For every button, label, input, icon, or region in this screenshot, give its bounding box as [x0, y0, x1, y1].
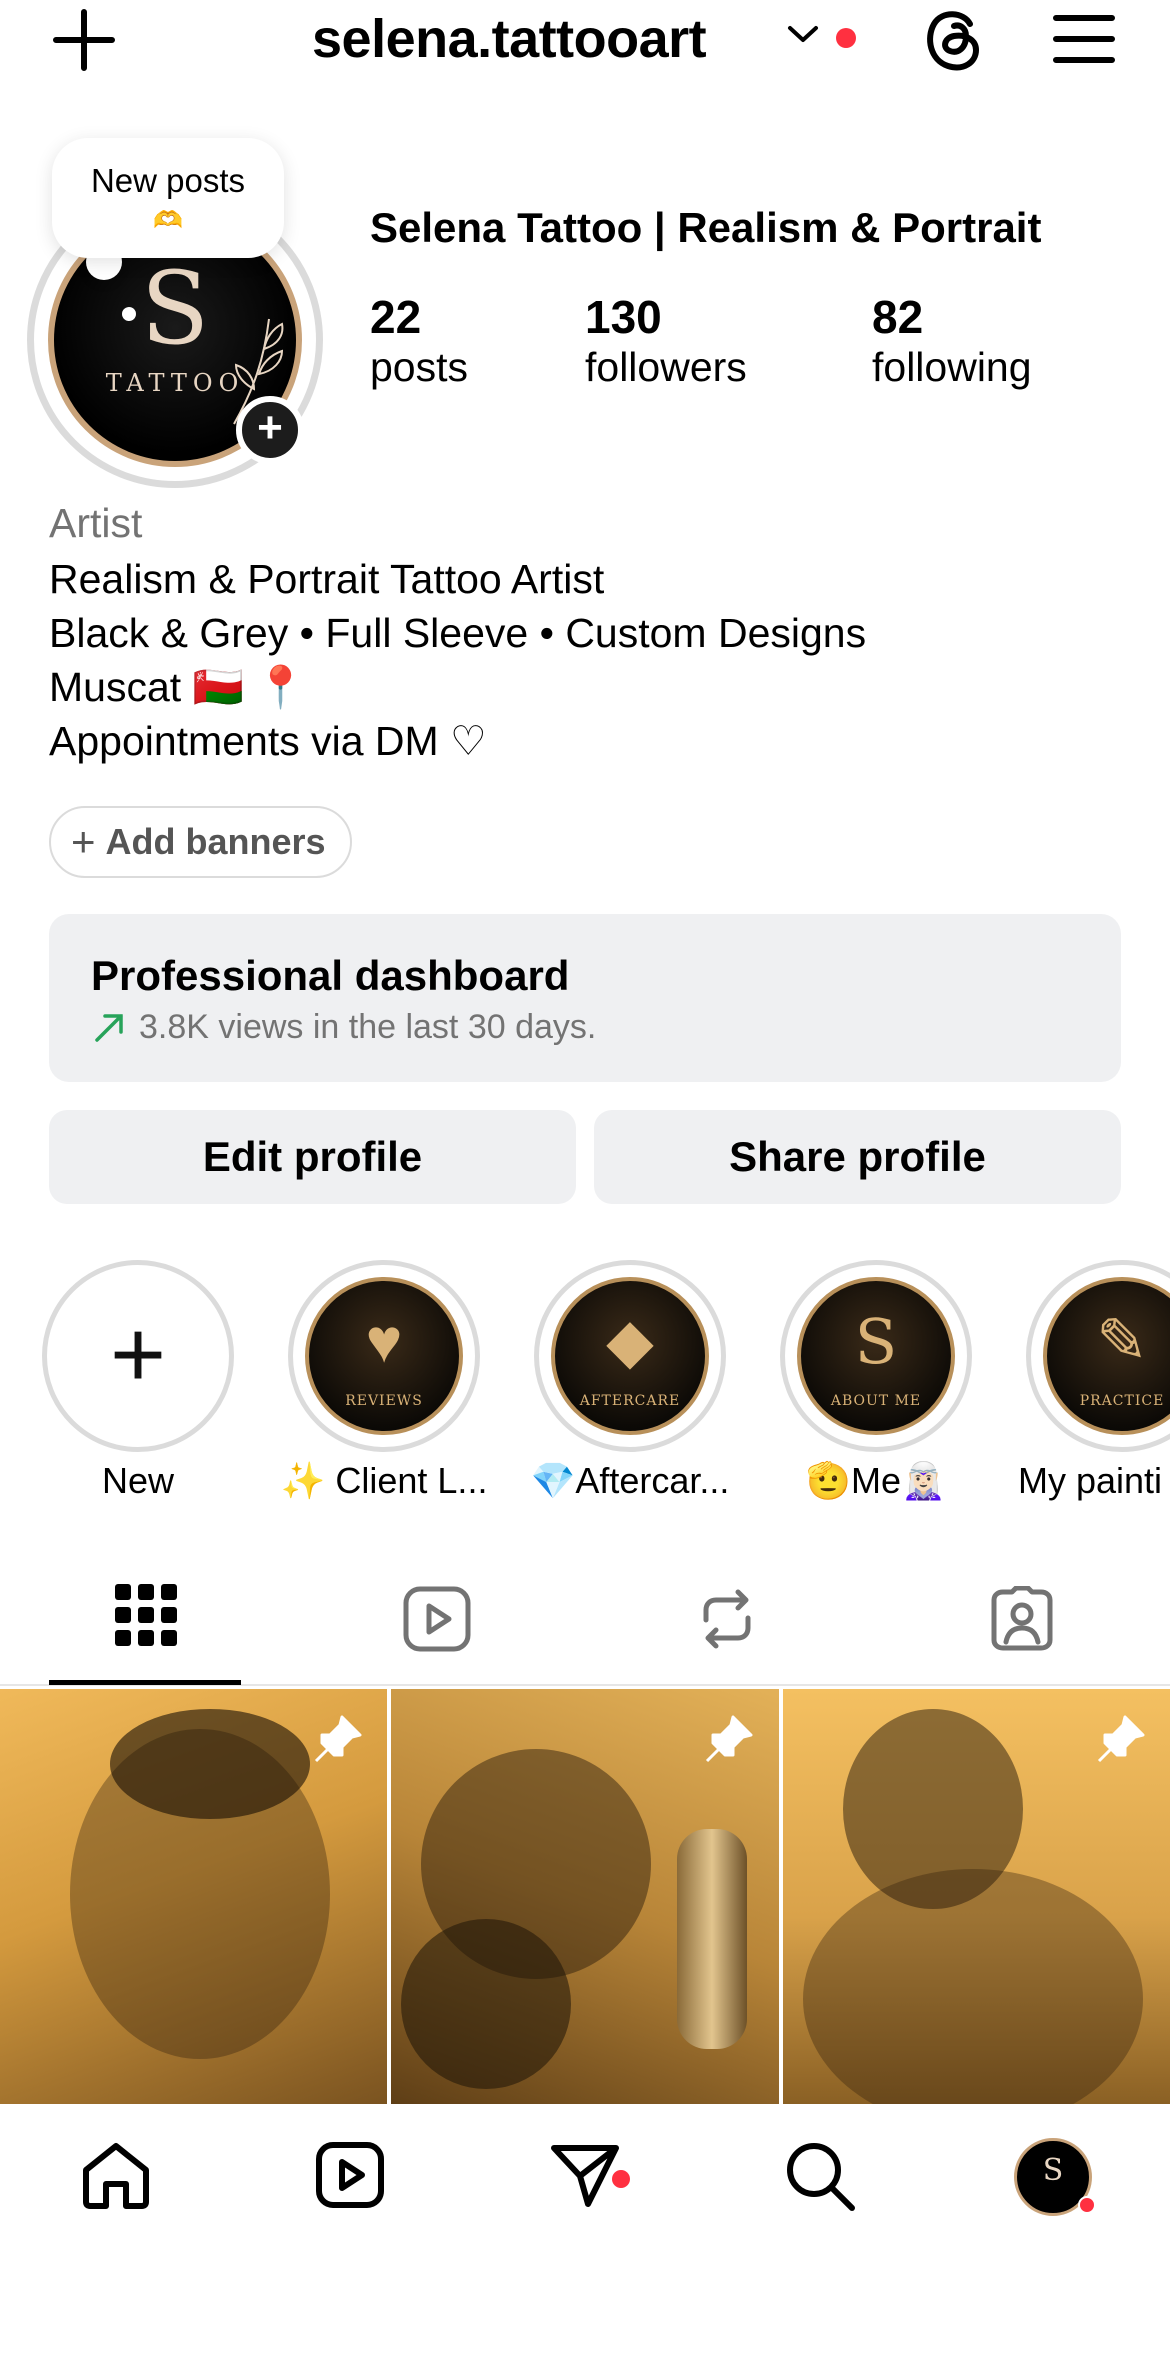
messages-notification-dot — [612, 2170, 630, 2188]
grid-icon[interactable] — [115, 1584, 177, 1651]
add-banners-label: Add banners — [105, 821, 326, 862]
highlight-cover: S ABOUT ME — [797, 1277, 955, 1435]
stat-following[interactable]: 82 following — [872, 290, 1032, 391]
highlight-about-me[interactable]: S ABOUT ME — [780, 1260, 972, 1452]
bio-line: Black & Grey • Full Sleeve • Custom Desi… — [49, 610, 867, 656]
post-artwork — [401, 1919, 571, 2089]
add-story-button[interactable]: + — [236, 396, 304, 464]
grid-post[interactable] — [0, 1689, 387, 2104]
heart-chat-icon: ♥ — [365, 1307, 403, 1376]
reposts-icon[interactable] — [694, 1586, 760, 1657]
highlight-reviews[interactable]: ♥ REVIEWS — [288, 1260, 480, 1452]
highlight-cover: ♥ REVIEWS — [305, 1277, 463, 1435]
stat-following-value: 82 — [872, 291, 924, 343]
stat-followers-label: followers — [585, 344, 747, 390]
dashboard-title: Professional dashboard — [91, 952, 570, 999]
post-artwork — [677, 1829, 747, 2049]
highlight-cover: ✎ PRACTICE — [1043, 1277, 1170, 1435]
home-icon[interactable] — [80, 2140, 152, 2215]
crown-monogram-icon: S — [854, 1305, 898, 1378]
highlight-label: 🫡Me🧝🏻‍♀️ — [806, 1460, 946, 1501]
stat-followers-value: 130 — [585, 291, 662, 343]
highlight-new[interactable]: + — [42, 1260, 234, 1452]
pin-icon — [314, 1715, 362, 1763]
post-artwork — [803, 1869, 1143, 2104]
stat-posts-label: posts — [370, 344, 468, 390]
chevron-down-icon[interactable] — [786, 22, 820, 46]
post-artwork — [110, 1709, 310, 1819]
highlight-practice[interactable]: ✎ PRACTICE — [1026, 1260, 1170, 1452]
add-banners-button[interactable]: + Add banners — [49, 806, 352, 878]
profile-notification-dot — [1078, 2196, 1096, 2214]
create-icon[interactable] — [52, 8, 116, 72]
grid-post[interactable] — [391, 1689, 779, 2104]
professional-dashboard[interactable]: Professional dashboard 3.8K views in the… — [49, 914, 1121, 1082]
highlight-badge-text: AFTERCARE — [579, 1393, 681, 1409]
display-name: Selena Tattoo | Realism & Portrait — [370, 204, 1042, 251]
stat-posts[interactable]: 22 posts — [370, 290, 468, 391]
edit-profile-button[interactable]: Edit profile — [49, 1110, 576, 1204]
account-notification-dot — [836, 28, 856, 48]
dashboard-subtitle: 3.8K views in the last 30 days. — [139, 1008, 597, 1046]
bio-line: Muscat 🇴🇲 📍 — [49, 664, 307, 710]
active-tab-indicator — [49, 1680, 241, 1685]
menu-icon[interactable] — [1052, 12, 1116, 66]
highlight-label: New — [101, 1460, 175, 1501]
stat-posts-value: 22 — [370, 291, 422, 343]
bio-line: Realism & Portrait Tattoo Artist — [49, 556, 605, 602]
threads-icon[interactable] — [920, 6, 986, 74]
bubble-title: New posts — [90, 162, 246, 199]
plus-icon: + — [109, 1301, 167, 1408]
reels-icon[interactable] — [316, 2142, 384, 2213]
bubble-emoji: 🫶 — [153, 207, 183, 234]
highlight-badge-text: ABOUT ME — [830, 1393, 922, 1409]
new-posts-bubble[interactable]: New posts 🫶 — [52, 138, 284, 258]
dashboard-subtitle-row: 3.8K views in the last 30 days. — [91, 1008, 596, 1047]
avatar-dot — [122, 307, 136, 321]
pin-icon — [1097, 1715, 1145, 1763]
bio: Realism & Portrait Tattoo Artist Black &… — [49, 552, 866, 768]
highlight-label: My painti — [1018, 1460, 1163, 1501]
direct-messages-icon[interactable] — [550, 2140, 620, 2215]
reels-icon[interactable] — [403, 1586, 471, 1657]
stat-followers[interactable]: 130 followers — [585, 290, 747, 391]
profile-category: Artist — [49, 500, 143, 546]
account-username[interactable]: selena.tattooart — [312, 8, 707, 70]
highlight-badge-text: PRACTICE — [1079, 1393, 1165, 1409]
highlight-badge-text: REVIEWS — [345, 1393, 423, 1409]
share-profile-button[interactable]: Share profile — [594, 1110, 1121, 1204]
bio-line: Appointments via DM ♡ — [49, 718, 487, 764]
tattoo-machine-icon: ✎ — [1096, 1307, 1148, 1376]
diamond-icon: ◆ — [606, 1307, 654, 1376]
search-icon[interactable] — [784, 2140, 856, 2217]
plus-icon: + — [71, 818, 96, 865]
highlight-aftercare[interactable]: ◆ AFTERCARE — [534, 1260, 726, 1452]
highlight-label: ✨ Client L... — [280, 1460, 488, 1501]
nav-avatar-monogram: S — [1042, 2153, 1064, 2188]
tagged-icon[interactable] — [988, 1585, 1056, 1657]
trend-up-icon — [95, 1013, 123, 1042]
pin-icon — [705, 1715, 753, 1763]
grid-post[interactable] — [783, 1689, 1170, 2104]
stat-following-label: following — [872, 344, 1032, 390]
highlight-label: 💎Aftercar... — [530, 1460, 730, 1501]
highlight-cover: ◆ AFTERCARE — [551, 1277, 709, 1435]
